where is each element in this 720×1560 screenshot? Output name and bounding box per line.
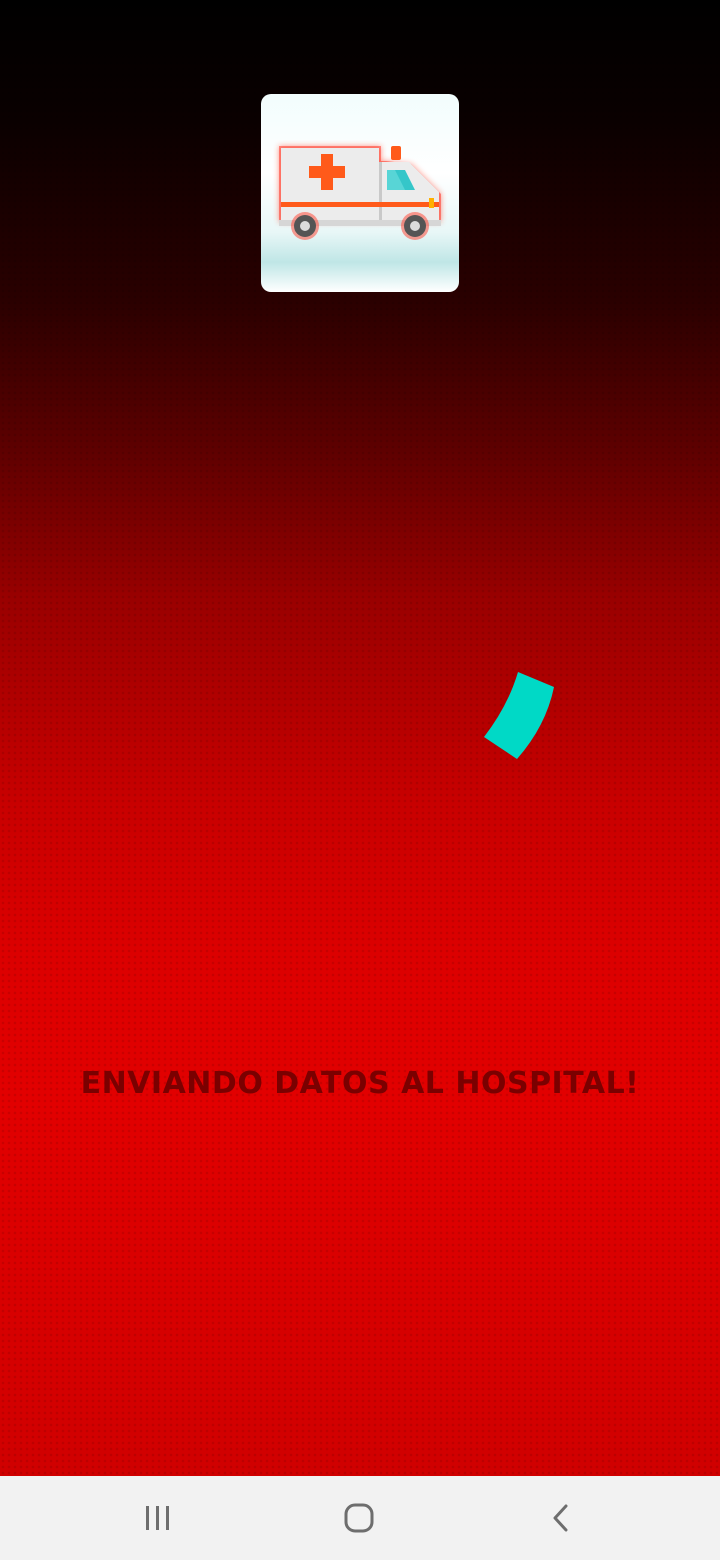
back-button[interactable] — [531, 1496, 591, 1540]
splash-screen: ENVIANDO DATOS AL HOSPITAL! — [0, 0, 720, 1476]
back-icon — [553, 1504, 568, 1532]
status-message: ENVIANDO DATOS AL HOSPITAL! — [80, 1066, 640, 1101]
recent-apps-button[interactable] — [128, 1496, 188, 1540]
loading-spinner-icon — [470, 660, 570, 770]
home-button[interactable] — [329, 1496, 389, 1540]
app-logo — [261, 94, 459, 292]
home-icon — [344, 1503, 374, 1533]
navigation-bar — [0, 1476, 720, 1560]
recent-apps-icon — [146, 1506, 169, 1530]
ambulance-icon — [279, 146, 441, 240]
